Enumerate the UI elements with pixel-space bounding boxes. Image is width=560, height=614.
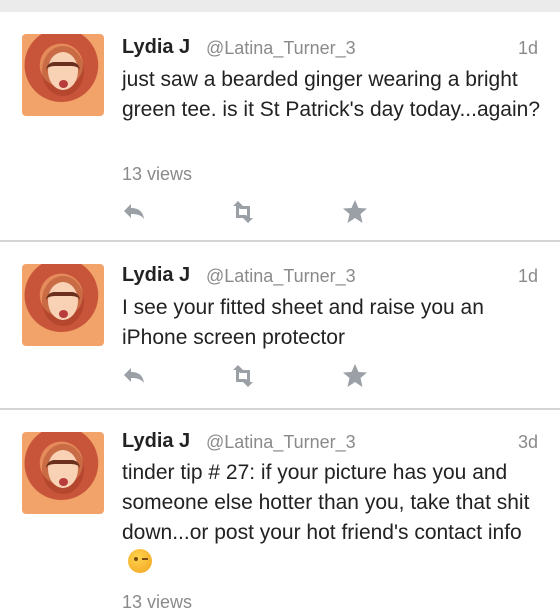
top-bar bbox=[0, 0, 560, 12]
tweet-text: just saw a bearded ginger wearing a brig… bbox=[122, 68, 541, 121]
user-handle[interactable]: @Latina_Turner_3 bbox=[206, 266, 356, 287]
avatar-sunglasses bbox=[46, 460, 80, 472]
user-handle[interactable]: @Latina_Turner_3 bbox=[206, 432, 356, 453]
tweet-text: I see your fitted sheet and raise you an… bbox=[122, 296, 484, 349]
user-name[interactable]: Lydia J bbox=[122, 430, 190, 453]
avatar-tongue bbox=[59, 310, 68, 318]
avatar-tongue bbox=[59, 80, 68, 88]
avatar[interactable] bbox=[22, 264, 104, 346]
avatar-tongue bbox=[59, 478, 68, 486]
tweet-1[interactable]: Lydia J @Latina_Turner_3 1d just saw a b… bbox=[0, 12, 560, 240]
avatar-sunglasses bbox=[46, 292, 80, 304]
timestamp: 3d bbox=[517, 432, 538, 452]
view-count: 13 views bbox=[122, 592, 193, 612]
user-name[interactable]: Lydia J bbox=[122, 264, 190, 287]
tweet-text: tinder tip # 27: if your picture has you… bbox=[122, 458, 542, 578]
timestamp: 1d bbox=[517, 38, 538, 58]
timestamp: 1d bbox=[517, 266, 538, 286]
avatar-sunglasses bbox=[46, 62, 80, 74]
reply-icon[interactable] bbox=[120, 198, 148, 226]
tweet-3[interactable]: Lydia J @Latina_Turner_3 3d tinder tip #… bbox=[0, 410, 560, 614]
tweet-text-content: tinder tip # 27: if your picture has you… bbox=[122, 461, 530, 544]
avatar[interactable] bbox=[22, 432, 104, 514]
avatar[interactable] bbox=[22, 34, 104, 116]
reply-icon[interactable] bbox=[120, 362, 148, 390]
view-count: 13 views bbox=[122, 164, 193, 184]
user-name[interactable]: Lydia J bbox=[122, 36, 190, 59]
tweet-2[interactable]: Lydia J @Latina_Turner_3 1d I see your f… bbox=[0, 242, 560, 408]
favorite-icon[interactable] bbox=[341, 362, 369, 390]
favorite-icon[interactable] bbox=[341, 198, 369, 226]
retweet-icon[interactable] bbox=[226, 362, 254, 390]
retweet-icon[interactable] bbox=[226, 198, 254, 226]
user-handle[interactable]: @Latina_Turner_3 bbox=[206, 38, 356, 59]
winking-face-emoji bbox=[128, 549, 152, 573]
